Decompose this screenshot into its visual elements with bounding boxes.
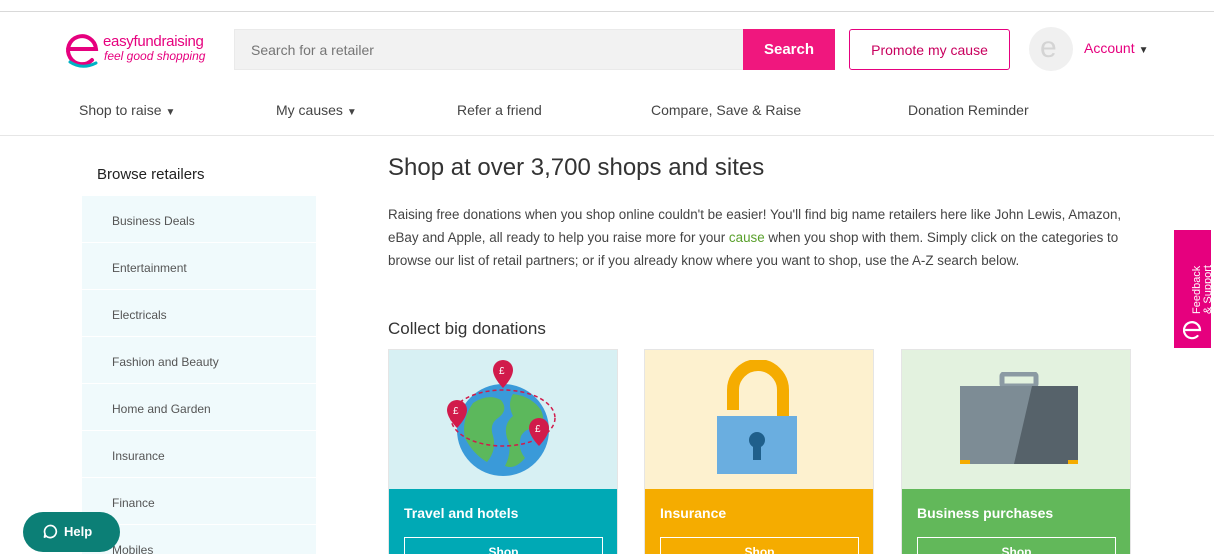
category-card-insurance[interactable]: Insurance Shop — [644, 349, 874, 554]
promote-cause-button[interactable]: Promote my cause — [849, 29, 1010, 70]
shop-button[interactable]: Shop — [404, 537, 603, 554]
nav-label: My causes — [276, 102, 343, 118]
brand-e-icon — [1183, 321, 1202, 340]
chevron-down-icon: ▼ — [346, 107, 357, 118]
card-title: Business purchases — [917, 505, 1054, 521]
card-title: Travel and hotels — [404, 505, 519, 521]
card-title-bar: Insurance Shop — [645, 489, 873, 554]
padlock-icon — [717, 360, 797, 474]
logo-wordmark: easyfundraising — [103, 33, 204, 50]
sidebar-item-fashion-beauty[interactable]: Fashion and Beauty — [82, 337, 316, 384]
nav-my-causes[interactable]: My causes ▼ — [276, 102, 357, 118]
browse-retailers-title: Browse retailers — [97, 166, 205, 183]
account-menu[interactable]: Account ▼ — [1084, 40, 1149, 56]
card-title-bar: Travel and hotels Shop — [389, 489, 617, 554]
svg-text:£: £ — [535, 424, 541, 435]
avatar[interactable]: e — [1029, 27, 1073, 71]
top-divider — [0, 11, 1214, 12]
logo-e-icon — [66, 34, 99, 68]
chevron-down-icon: ▼ — [165, 107, 176, 118]
globe-icon: £ £ £ — [447, 360, 556, 476]
shop-button[interactable]: Shop — [660, 537, 859, 554]
shop-button[interactable]: Shop — [917, 537, 1116, 554]
avatar-letter: e — [1040, 31, 1057, 64]
page-title: Shop at over 3,700 shops and sites — [388, 154, 765, 181]
help-label: Help — [64, 524, 93, 539]
feedback-support-tab[interactable]: Feedback & Support — [1174, 230, 1214, 348]
category-list: Business Deals Entertainment Electricals… — [82, 196, 316, 554]
nav-donation-reminder[interactable]: Donation Reminder — [908, 102, 1029, 118]
cause-link[interactable]: cause — [729, 230, 765, 245]
logo[interactable]: easyfundraising feel good shopping — [64, 30, 224, 68]
nav-shop-to-raise[interactable]: Shop to raise ▼ — [79, 102, 175, 118]
sidebar-item-entertainment[interactable]: Entertainment — [82, 243, 316, 290]
sidebar-item-insurance[interactable]: Insurance — [82, 431, 316, 478]
card-image — [645, 350, 873, 489]
sidebar-item-electricals[interactable]: Electricals — [82, 290, 316, 337]
svg-text:£: £ — [499, 366, 505, 377]
svg-text:£: £ — [453, 406, 459, 417]
nav-divider — [0, 135, 1214, 136]
logo-tagline: feel good shopping — [104, 49, 206, 63]
nav-refer-a-friend[interactable]: Refer a friend — [457, 102, 542, 118]
card-title-bar: Business purchases Shop — [902, 489, 1130, 554]
sidebar-item-finance[interactable]: Finance — [82, 478, 316, 525]
help-button[interactable]: Help — [23, 512, 120, 552]
account-label: Account — [1084, 40, 1135, 56]
chat-bubble-icon — [43, 524, 58, 539]
card-image: £ £ £ — [389, 350, 617, 489]
chevron-down-icon: ▼ — [1138, 45, 1149, 56]
briefcase-icon — [960, 372, 1078, 464]
search-button[interactable]: Search — [743, 29, 835, 70]
feedback-label-line2: & Support — [1202, 265, 1214, 314]
collect-donations-title: Collect big donations — [388, 319, 546, 338]
search-input[interactable] — [234, 29, 744, 70]
category-card-travel[interactable]: £ £ £ Travel and hotels Shop — [388, 349, 618, 554]
nav-compare-save-raise[interactable]: Compare, Save & Raise — [651, 102, 801, 118]
card-image — [902, 350, 1130, 489]
sidebar-item-business-deals[interactable]: Business Deals — [82, 196, 316, 243]
card-title: Insurance — [660, 505, 727, 521]
sidebar-item-home-garden[interactable]: Home and Garden — [82, 384, 316, 431]
nav-label: Shop to raise — [79, 102, 162, 118]
feedback-label: Feedback & Support — [1191, 234, 1214, 314]
category-card-business[interactable]: Business purchases Shop — [901, 349, 1131, 554]
intro-text: Raising free donations when you shop onl… — [388, 203, 1148, 272]
